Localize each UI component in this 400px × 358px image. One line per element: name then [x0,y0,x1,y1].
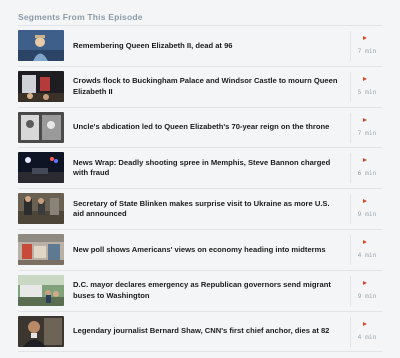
segment-thumbnail[interactable] [18,193,64,225]
play-icon[interactable] [363,117,367,122]
segment-thumbnail[interactable] [18,315,64,347]
episode-segments-panel: Segments From This Episode Remembering Q… [0,0,400,358]
play-icon[interactable] [363,76,367,81]
segment-thumbnail[interactable] [18,70,64,102]
segment-thumbnail[interactable] [18,152,64,184]
play-icon[interactable] [363,280,367,285]
divider [350,275,351,306]
segment-list: Remembering Queen Elizabeth II, dead at … [18,25,382,353]
segment-title[interactable]: New poll shows Americans' views on econo… [73,230,338,270]
segment-row[interactable]: New poll shows Americans' views on econo… [18,230,382,271]
segment-row[interactable]: News Wrap: Deadly shooting spree in Memp… [18,148,382,190]
divider [350,194,351,225]
divider [350,153,351,184]
segment-title[interactable]: News Wrap: Deadly shooting spree in Memp… [73,148,338,188]
segment-duration: 4 min [357,251,377,259]
segment-row[interactable]: Remembering Queen Elizabeth II, dead at … [18,26,382,67]
segment-title[interactable]: Legendary journalist Bernard Shaw, CNN's… [73,312,338,352]
segment-row[interactable]: Crowds flock to Buckingham Palace and Wi… [18,67,382,108]
segment-thumbnail[interactable] [18,111,64,143]
play-icon[interactable] [363,321,367,326]
divider [350,112,351,143]
divider [350,71,351,102]
play-icon[interactable] [363,158,367,163]
segment-duration: 4 min [357,333,377,341]
segment-duration: 9 min [357,292,377,300]
segment-title[interactable]: D.C. mayor declares emergency as Republi… [73,271,338,311]
segment-duration: 7 min [357,48,377,55]
section-title: Segments From This Episode [18,12,143,22]
play-icon[interactable] [363,239,367,244]
segment-duration: 5 min [357,88,377,96]
divider [350,31,351,61]
segment-title[interactable]: Secretary of State Blinken makes surpris… [73,189,338,229]
segment-row[interactable]: D.C. mayor declares emergency as Republi… [18,271,382,312]
segment-thumbnail[interactable] [18,274,64,306]
segment-duration: 9 min [357,211,377,219]
segment-thumbnail[interactable] [18,233,64,265]
segment-duration: 6 min [357,170,377,178]
divider [350,234,351,265]
segment-row[interactable]: Secretary of State Blinken makes surpris… [18,189,382,230]
divider [350,316,351,347]
segment-title[interactable]: Remembering Queen Elizabeth II, dead at … [73,26,338,66]
segment-row[interactable]: Uncle's abdication led to Queen Elizabet… [18,108,382,149]
segment-title[interactable]: Uncle's abdication led to Queen Elizabet… [73,108,338,148]
segment-duration: 7 min [357,129,377,137]
play-icon[interactable] [363,199,367,204]
segment-title[interactable]: Crowds flock to Buckingham Palace and Wi… [73,67,338,107]
play-icon[interactable] [363,36,367,40]
segment-thumbnail[interactable] [18,30,64,61]
segment-row[interactable]: Legendary journalist Bernard Shaw, CNN's… [18,312,382,353]
